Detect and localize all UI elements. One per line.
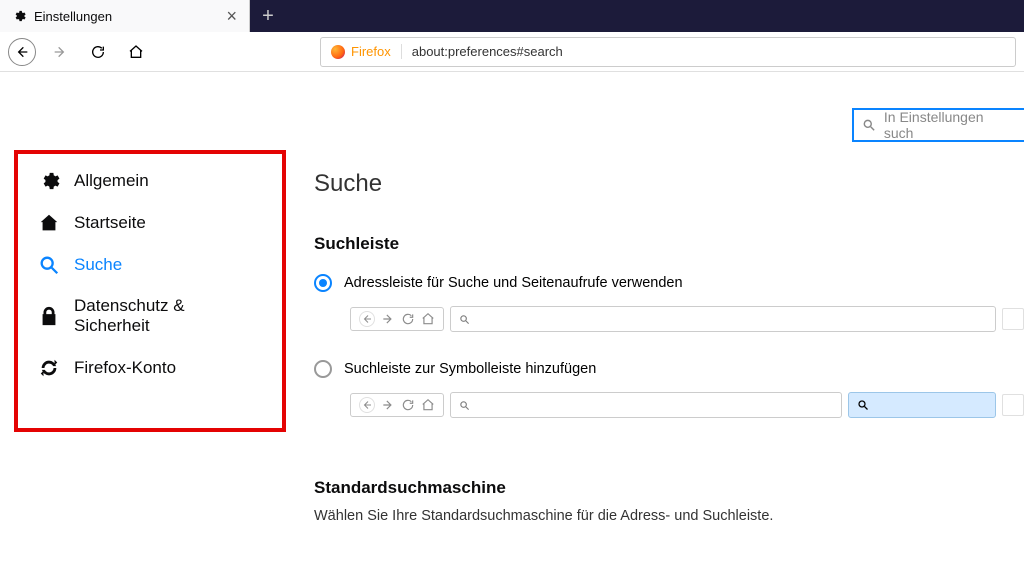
new-tab-button[interactable]: + — [250, 0, 286, 32]
search-icon — [459, 400, 470, 411]
sidebar-item-privacy[interactable]: Datenschutz & Sicherheit — [20, 286, 268, 347]
url-bar[interactable]: Firefox about:preferences#search — [320, 37, 1016, 67]
reload-icon — [401, 312, 415, 326]
browser-tab[interactable]: Einstellungen × — [0, 0, 250, 32]
home-icon — [421, 398, 435, 412]
preferences-main: In Einstellungen such Suche Suchleiste A… — [288, 72, 1024, 576]
section-description: Wählen Sie Ihre Standardsuchmaschine für… — [314, 508, 1024, 524]
sidebar-item-label: Firefox-Konto — [74, 358, 176, 378]
sync-icon — [38, 357, 60, 379]
page-title: Suche — [314, 170, 1024, 198]
sidebar-item-account[interactable]: Firefox-Konto — [20, 347, 268, 389]
lock-icon — [38, 305, 60, 327]
find-in-preferences-input[interactable]: In Einstellungen such — [852, 108, 1024, 142]
close-icon[interactable]: × — [226, 6, 237, 27]
sidebar-icon — [1002, 308, 1024, 330]
radio-option-separate[interactable]: Suchleiste zur Symbolleiste hinzufügen — [314, 360, 1024, 378]
preferences-sidebar: Allgemein Startseite Suche Datenschutz &… — [0, 72, 288, 576]
radio-input[interactable] — [314, 360, 332, 378]
sidebar-item-label: Suche — [74, 255, 122, 275]
identity-box[interactable]: Firefox — [321, 44, 402, 59]
back-button[interactable] — [8, 38, 36, 66]
forward-icon — [381, 398, 395, 412]
forward-icon — [381, 312, 395, 326]
tab-title: Einstellungen — [34, 9, 112, 24]
search-icon — [857, 399, 869, 411]
sidebar-item-label: Datenschutz & Sicherheit — [74, 296, 250, 337]
back-icon — [359, 311, 375, 327]
radio-label: Suchleiste zur Symbolleiste hinzufügen — [344, 361, 596, 377]
back-icon — [359, 397, 375, 413]
section-heading-default-engine: Standardsuchmaschine — [314, 478, 1024, 498]
gear-icon — [38, 170, 60, 192]
home-icon — [421, 312, 435, 326]
radio-input[interactable] — [314, 274, 332, 292]
gear-icon — [12, 9, 26, 23]
home-icon — [38, 212, 60, 234]
search-icon — [38, 254, 60, 276]
url-text: about:preferences#search — [402, 44, 573, 59]
browser-toolbar: Firefox about:preferences#search — [0, 32, 1024, 72]
forward-button[interactable] — [46, 38, 74, 66]
search-icon — [459, 314, 470, 325]
radio-option-combined[interactable]: Adressleiste für Suche und Seitenaufrufe… — [314, 274, 1024, 292]
searchbar-preview-separate — [350, 390, 1024, 420]
reload-icon — [401, 398, 415, 412]
separate-searchbox-preview — [848, 392, 996, 418]
sidebar-item-label: Allgemein — [74, 171, 149, 191]
section-heading-searchbar: Suchleiste — [314, 234, 1024, 254]
sidebar-item-label: Startseite — [74, 213, 146, 233]
reload-button[interactable] — [84, 38, 112, 66]
tab-bar: Einstellungen × + — [0, 0, 1024, 32]
radio-label: Adressleiste für Suche und Seitenaufrufe… — [344, 275, 683, 291]
sidebar-item-home[interactable]: Startseite — [20, 202, 268, 244]
sidebar-icon — [1002, 394, 1024, 416]
search-icon — [862, 118, 876, 132]
sidebar-item-search[interactable]: Suche — [20, 244, 268, 286]
sidebar-item-general[interactable]: Allgemein — [20, 160, 268, 202]
home-button[interactable] — [122, 38, 150, 66]
firefox-logo-icon — [331, 45, 345, 59]
searchbar-preview-combined — [350, 304, 1024, 334]
search-placeholder: In Einstellungen such — [884, 109, 1016, 141]
